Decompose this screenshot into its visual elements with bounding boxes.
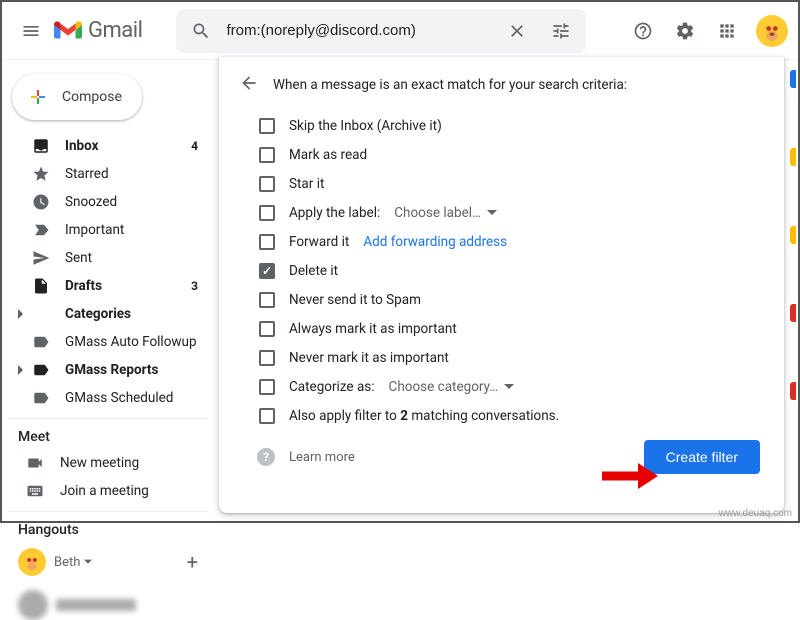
keyboard-icon xyxy=(26,482,44,500)
create-filter-panel: When a message is an exact match for you… xyxy=(219,57,784,513)
sidebar-item-snoozed[interactable]: Snoozed xyxy=(8,188,208,216)
apply-label-checkbox[interactable] xyxy=(259,205,275,221)
avatar-icon xyxy=(759,18,785,44)
always-important-checkbox[interactable] xyxy=(259,321,275,337)
also-apply-checkbox[interactable] xyxy=(259,408,275,424)
sidebar-item-gmass-scheduled[interactable]: GMass Scheduled xyxy=(8,384,208,412)
sidebar-item-important[interactable]: Important xyxy=(8,216,208,244)
tune-icon xyxy=(551,21,571,41)
close-icon xyxy=(507,21,527,41)
hangouts-user-row[interactable]: Beth + xyxy=(8,542,208,576)
mark-read-checkbox[interactable] xyxy=(259,147,275,163)
choose-label-select[interactable]: Choose label… xyxy=(394,205,497,221)
search-options-button[interactable] xyxy=(542,12,580,50)
sidebar-item-inbox[interactable]: Inbox4 xyxy=(8,132,208,160)
apps-button[interactable] xyxy=(708,12,746,50)
sidebar-item-starred[interactable]: Starred xyxy=(8,160,208,188)
main-menu-button[interactable] xyxy=(12,12,50,50)
join-meeting-button[interactable]: Join a meeting xyxy=(8,477,208,505)
chevron-down-icon xyxy=(487,208,497,218)
hangouts-name: Beth xyxy=(54,555,92,570)
sidebar-item-drafts[interactable]: Drafts3 xyxy=(8,272,208,300)
sidebar-item-gmass-reports[interactable]: GMass Reports xyxy=(8,356,208,384)
sidebar-item-categories[interactable]: Categories xyxy=(8,300,208,328)
search-input[interactable] xyxy=(226,22,492,39)
search-bar[interactable] xyxy=(176,9,586,53)
gmail-icon xyxy=(54,20,82,42)
clear-search-button[interactable] xyxy=(498,12,536,50)
help-icon[interactable]: ? xyxy=(257,448,275,466)
inbox-peek xyxy=(790,70,796,400)
plus-icon xyxy=(26,85,50,109)
apps-icon xyxy=(717,21,737,41)
search-button[interactable] xyxy=(182,12,220,50)
new-meeting-button[interactable]: New meeting xyxy=(8,449,208,477)
gmail-logo[interactable]: Gmail xyxy=(54,18,142,43)
delete-checkbox[interactable] xyxy=(259,263,275,279)
back-button[interactable] xyxy=(239,73,259,97)
search-icon xyxy=(191,21,211,41)
support-button[interactable] xyxy=(624,12,662,50)
star-checkbox[interactable] xyxy=(259,176,275,192)
gmail-text: Gmail xyxy=(88,18,142,43)
learn-more-link[interactable]: Learn more xyxy=(289,450,355,465)
hangouts-header: Hangouts xyxy=(8,511,208,542)
add-forwarding-link[interactable]: Add forwarding address xyxy=(363,234,507,250)
settings-button[interactable] xyxy=(666,12,704,50)
choose-category-select[interactable]: Choose category… xyxy=(389,379,515,395)
filter-header-text: When a message is an exact match for you… xyxy=(273,77,627,93)
watermark: www.deuaq.com xyxy=(719,508,792,519)
never-important-checkbox[interactable] xyxy=(259,350,275,366)
video-icon xyxy=(26,454,44,472)
create-filter-button[interactable]: Create filter xyxy=(644,440,760,474)
chevron-down-icon xyxy=(504,382,514,392)
new-conversation-button[interactable]: + xyxy=(187,550,198,574)
annotation-arrow xyxy=(600,461,660,491)
never-spam-checkbox[interactable] xyxy=(259,292,275,308)
hangouts-avatar xyxy=(18,548,46,576)
forward-checkbox[interactable] xyxy=(259,234,275,250)
compose-label: Compose xyxy=(62,89,122,105)
meet-header: Meet xyxy=(8,418,208,449)
sidebar-item-sent[interactable]: Sent xyxy=(8,244,208,272)
sidebar-item-gmass-auto-followup[interactable]: GMass Auto Followup xyxy=(8,328,208,356)
arrow-back-icon xyxy=(239,73,259,93)
categorize-checkbox[interactable] xyxy=(259,379,275,395)
blurred-contact xyxy=(8,590,208,620)
compose-button[interactable]: Compose xyxy=(12,74,142,120)
skip-inbox-checkbox[interactable] xyxy=(259,118,275,134)
hamburger-icon xyxy=(21,21,41,41)
help-icon xyxy=(633,21,653,41)
account-avatar[interactable] xyxy=(756,15,788,47)
sidebar: Compose Inbox4StarredSnoozedImportantSen… xyxy=(2,60,214,521)
gear-icon xyxy=(675,21,695,41)
